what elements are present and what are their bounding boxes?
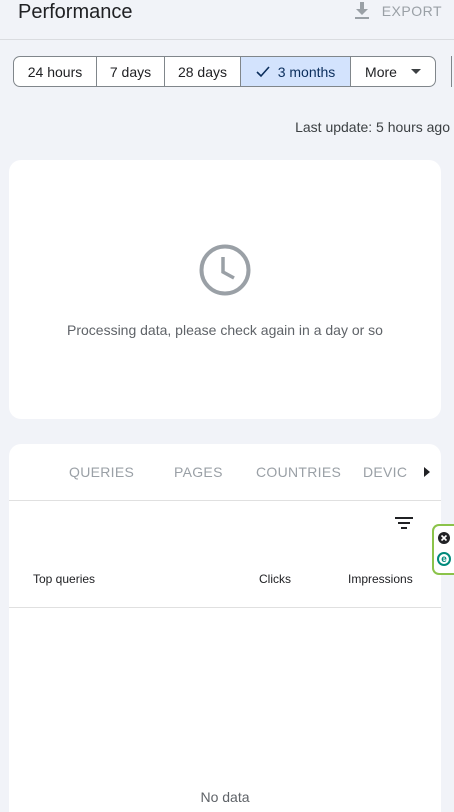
chip-label: 7 days	[109, 63, 152, 80]
filter-icon[interactable]	[394, 516, 414, 535]
performance-page: Performance EXPORT 24 hours 7 days 28 da…	[0, 0, 454, 812]
chevron-down-icon	[410, 68, 421, 75]
chip-label: 24 hours	[27, 63, 83, 80]
chip-label: 3 months	[277, 63, 336, 80]
page-title: Performance	[18, 1, 133, 23]
empty-state-text: No data	[200, 789, 250, 805]
column-header-clicks[interactable]: Clicks	[259, 572, 291, 586]
column-header-impressions[interactable]: Impressions	[348, 572, 413, 586]
chip-label: 28 days	[177, 63, 228, 80]
extension-logo-icon[interactable]: e	[437, 552, 451, 566]
queries-table-card: QUERIES PAGES COUNTRIES DEVIC Top querie…	[9, 444, 441, 812]
export-label: EXPORT	[381, 3, 442, 19]
check-icon	[256, 65, 270, 78]
scroll-right-arrow-icon[interactable]	[423, 465, 431, 483]
column-header-top-queries[interactable]: Top queries	[33, 572, 95, 586]
chip-3-months[interactable]: 3 months	[241, 57, 351, 86]
chip-7-days[interactable]: 7 days	[97, 57, 165, 86]
tab-pages[interactable]: PAGES	[174, 464, 223, 480]
page-header: Performance EXPORT	[0, 0, 454, 40]
clock-icon	[198, 243, 252, 302]
last-update-text: Last update: 5 hours ago	[295, 119, 450, 135]
export-button[interactable]: EXPORT	[354, 0, 442, 22]
tab-countries[interactable]: COUNTRIES	[256, 464, 341, 480]
download-icon	[354, 2, 370, 20]
processing-message: Processing data, please check again in a…	[67, 322, 383, 338]
header-divider	[9, 607, 441, 608]
tab-devices[interactable]: DEVIC	[363, 464, 407, 480]
chip-28-days[interactable]: 28 days	[165, 57, 241, 86]
dimension-tabs: QUERIES PAGES COUNTRIES DEVIC	[9, 444, 441, 501]
chip-24-hours[interactable]: 24 hours	[14, 57, 97, 86]
date-range-selector: 24 hours 7 days 28 days 3 months More	[13, 56, 436, 87]
close-circle-icon[interactable]	[438, 531, 450, 549]
processing-card: Processing data, please check again in a…	[9, 160, 441, 419]
chip-label: More	[365, 63, 397, 80]
tab-queries[interactable]: QUERIES	[69, 464, 134, 480]
chip-more[interactable]: More	[351, 57, 435, 86]
extension-widget: e	[432, 524, 454, 575]
